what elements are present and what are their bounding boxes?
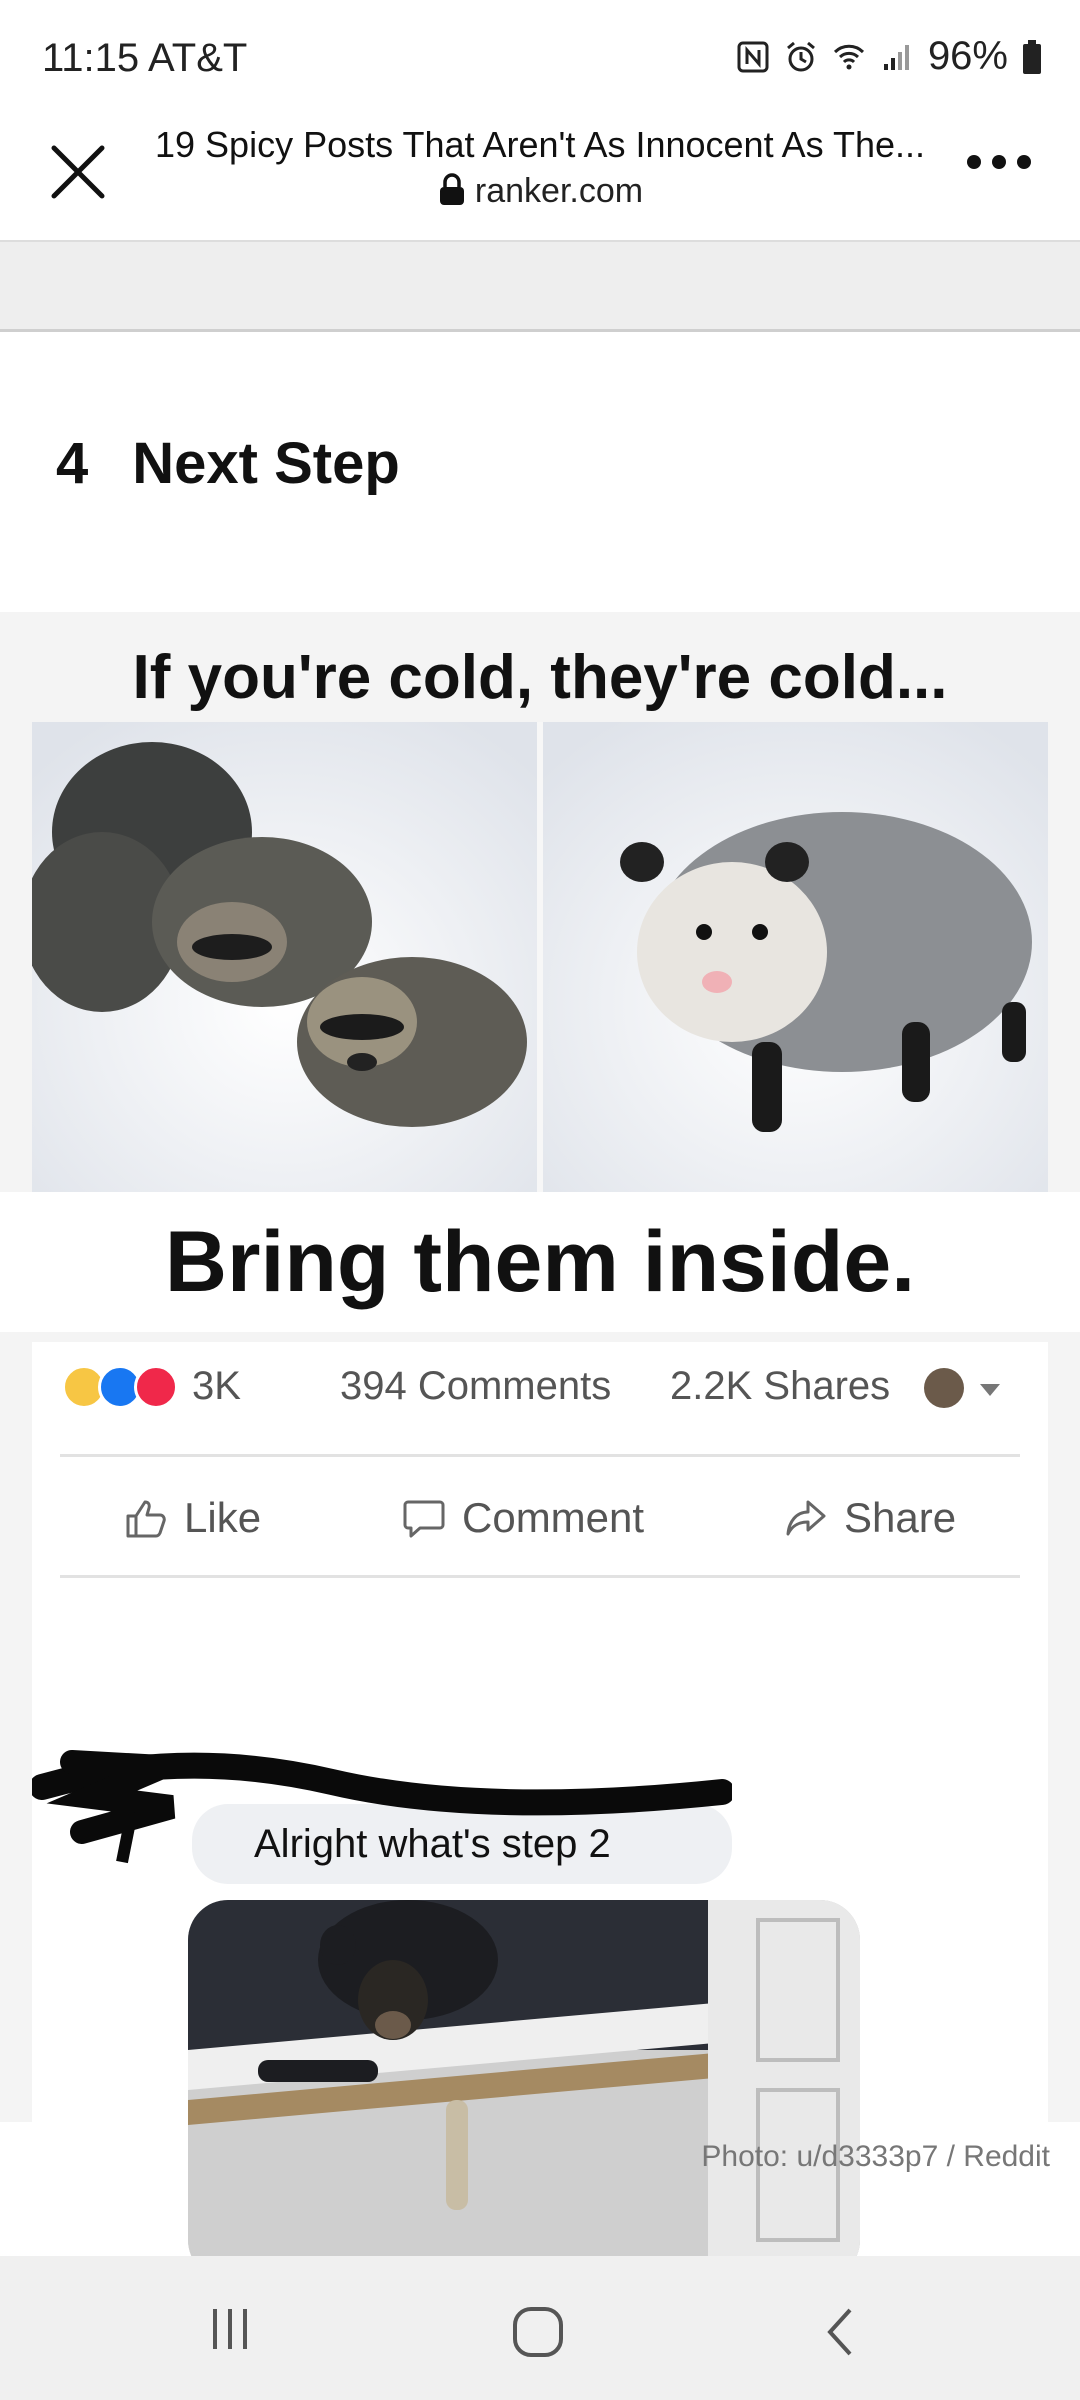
divider-band — [0, 242, 1080, 332]
battery-icon — [1023, 39, 1041, 74]
divider — [60, 1575, 1020, 1578]
list-item-heading: 4 Next Step — [56, 430, 400, 497]
meme-top-text: If you're cold, they're cold... — [132, 643, 948, 712]
shares-count[interactable]: 2.2K Shares — [670, 1364, 890, 1409]
thumbs-up-icon — [126, 1500, 166, 1538]
status-bar: 11:15 AT&T 96% — [0, 0, 1080, 110]
more-options-icon[interactable] — [964, 142, 1034, 182]
avatar[interactable] — [924, 1368, 964, 1408]
nfc-icon — [737, 41, 769, 72]
photo-credit: Photo: u/d3333p7 / Reddit — [701, 2140, 1050, 2173]
status-time: 11:15 AT&T — [42, 36, 247, 81]
recent-apps-icon[interactable] — [205, 2304, 255, 2354]
meme-bottom-text: Bring them inside. — [0, 1192, 1080, 1332]
wifi-icon — [833, 44, 864, 69]
reaction-count: 3K — [192, 1364, 241, 1408]
page-title: 19 Spicy Posts That Aren't As Innocent A… — [155, 124, 925, 165]
back-icon[interactable] — [820, 2304, 860, 2360]
lock-icon — [439, 173, 464, 205]
chevron-down-icon[interactable] — [980, 1384, 1000, 1396]
like-label: Like — [184, 1494, 262, 1541]
bear-in-closet-photo — [188, 1900, 860, 2280]
divider — [60, 1454, 1020, 1457]
love-reaction-icon — [134, 1364, 178, 1409]
comment-button[interactable]: Comment — [402, 1494, 644, 1542]
status-icons: 96% — [736, 34, 1042, 79]
list-item-number: 4 — [56, 431, 89, 496]
share-arrow-icon — [786, 1500, 826, 1536]
alarm-icon — [786, 41, 815, 71]
share-label: Share — [844, 1494, 957, 1541]
domain-row: ranker.com — [150, 172, 930, 211]
redaction-scribble — [32, 1750, 732, 1864]
reaction-summary[interactable]: 3K — [62, 1364, 241, 1409]
comment-label: Comment — [462, 1494, 645, 1541]
status-carrier: AT&T — [148, 36, 248, 80]
signal-icon — [883, 44, 909, 70]
share-button[interactable]: Share — [784, 1494, 956, 1542]
in-app-browser-bar: 19 Spicy Posts That Aren't As Innocent A… — [0, 110, 1080, 242]
comments-count[interactable]: 394 Comments — [340, 1364, 611, 1409]
raccoons-and-opossum-photo — [32, 722, 1048, 1192]
speech-bubble-icon — [403, 1500, 445, 1538]
close-icon[interactable] — [40, 134, 116, 210]
status-clock: 11:15 — [42, 36, 140, 80]
meme-image: If you're cold, they're cold... Bring th… — [0, 612, 1080, 2280]
battery-percent: 96% — [927, 34, 1008, 78]
system-navigation-bar — [0, 2256, 1080, 2400]
list-item-title: Next Step — [132, 431, 400, 496]
facebook-post-footer: 3K 394 Comments 2.2K Shares Like Comment… — [32, 1342, 1048, 2280]
home-icon[interactable] — [510, 2304, 566, 2360]
like-button[interactable]: Like — [124, 1494, 261, 1542]
domain-text: ranker.com — [474, 172, 644, 210]
